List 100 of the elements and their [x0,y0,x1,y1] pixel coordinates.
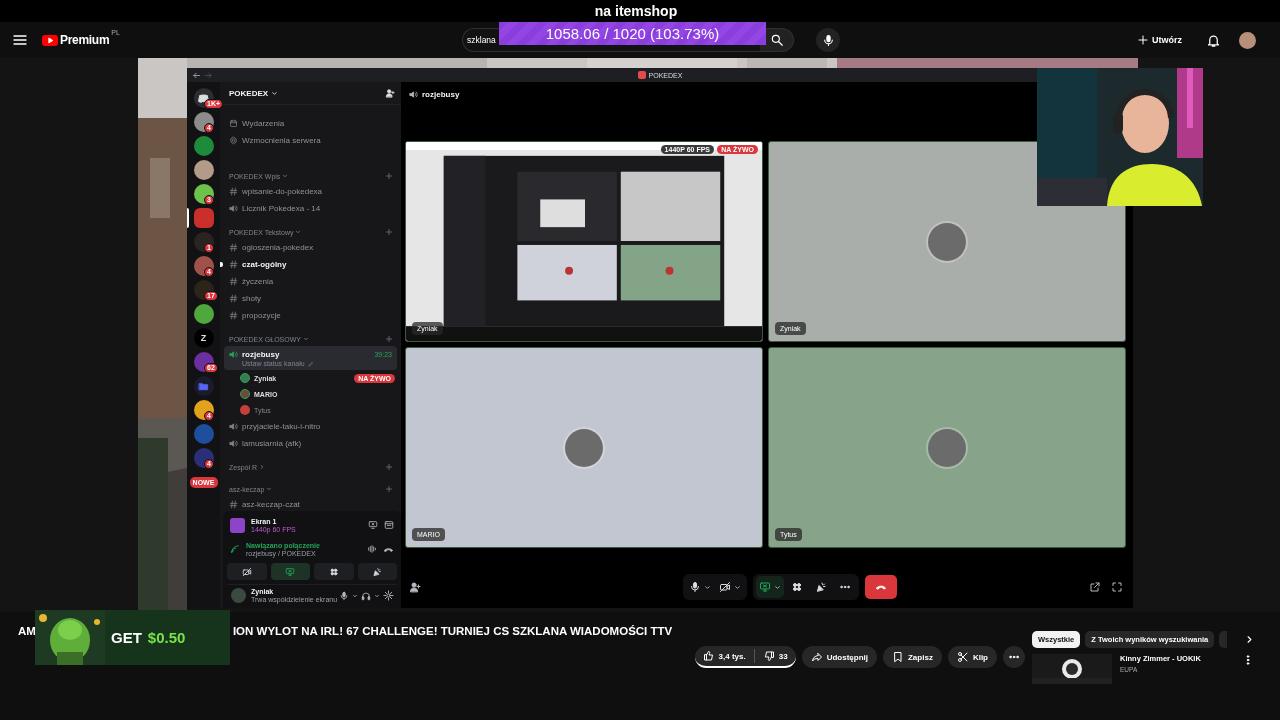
server-icon[interactable] [193,304,214,324]
server-icon[interactable] [193,256,214,276]
channel-name: shoty [242,294,262,303]
server-folder[interactable] [193,376,214,396]
channel-item[interactable]: życzenia [224,273,397,290]
speaker-icon [229,422,238,431]
voice-search-button[interactable] [816,28,840,52]
participant-avatar [565,428,603,467]
pop-out-icon[interactable] [1089,581,1101,593]
channel-item[interactable]: wpisanie-do-pokedexa [224,183,397,200]
channel-name: czat-ogólny [242,260,287,269]
search-field[interactable]: szklana [462,28,499,52]
add-user-icon[interactable] [385,88,395,98]
panel-button[interactable] [227,563,267,580]
settings-icon[interactable] [383,590,394,601]
headphones-icon[interactable] [361,590,371,601]
activities-icon [328,566,339,577]
fullscreen-icon[interactable] [1111,581,1123,593]
stop-stream-icon[interactable] [368,520,378,530]
speaker-icon [409,89,418,99]
soundboard-icon [372,566,383,577]
avatar[interactable] [1239,31,1256,49]
server-icon[interactable] [193,112,214,132]
add-user-icon[interactable] [409,581,421,593]
stream-thumbnail [230,517,245,533]
channel-item[interactable]: propozycje [224,307,397,324]
speaker-icon [229,349,238,359]
chevron-down-icon [774,583,781,591]
chevron-down-icon[interactable] [352,592,358,599]
chevron-down-icon [734,583,741,591]
channel-item[interactable]: asz-keczap-czat [224,496,397,511]
microphone-icon [821,33,835,47]
scissors-icon [956,651,969,663]
logo-text: Premium [60,33,110,47]
back-arrow-icon[interactable] [192,70,201,80]
channel-item[interactable]: shoty [224,290,397,307]
channel-name: życzenia [242,277,274,286]
channel-item[interactable]: czat-ogólny [224,256,397,273]
connection-icon [230,544,240,554]
thumbs-down-icon [762,650,775,662]
microphone-icon[interactable] [339,590,349,601]
save-button[interactable]: Zapisz [883,646,942,668]
channel-item[interactable]: Licznik Pokedexa - 14 [224,200,397,217]
server-logo-icon [637,71,646,79]
channel-item[interactable]: ogloszenia-pokedex [224,239,397,256]
more-button[interactable] [1003,646,1025,668]
screen-share-icon [759,581,771,593]
panel-button[interactable] [314,563,354,580]
hash-icon [229,500,238,509]
camera-off-icon [241,566,252,577]
share-button[interactable]: Udostępnij [801,646,877,668]
menu-icon[interactable] [12,32,28,48]
activities-icon [791,581,803,593]
server-icon[interactable] [193,448,214,468]
calendar-icon [229,119,238,128]
goal-text: 1058.06 / 1020 (103.73%) [545,25,720,42]
participant-avatar [928,428,966,467]
boost-icon [229,136,238,145]
hash-icon [229,187,238,196]
unread-indicator [220,262,223,267]
hash-icon [229,294,238,303]
chevron-down-icon[interactable] [374,592,380,599]
server-icon[interactable] [193,400,214,420]
channel-item[interactable]: lamusiarnia (afk) [224,435,397,452]
leave-call-button[interactable] [865,575,897,599]
hash-icon [229,311,238,320]
plus-icon [1137,34,1149,46]
channel-name: asz-keczap-czat [242,500,300,509]
folder-icon [198,380,209,392]
soundboard-icon [815,581,827,593]
channel-name: rozjebusy [242,349,280,359]
speaker-icon [229,439,238,448]
server-icon[interactable] [193,160,214,180]
video-title: ION WYLOT NA IRL! 67 CHALLENGE! TURNIEJ CS SZKLANA WIADOMOŚCI TTV [232,625,673,637]
search-icon [769,33,784,47]
server-header[interactable]: POKEDEX [220,82,401,105]
clip-button[interactable]: Klip [947,646,997,668]
server-icon[interactable]: Z [193,328,214,348]
stream-settings-icon[interactable] [384,520,394,530]
create-button[interactable]: Utwórz [1131,30,1188,50]
dislike-button[interactable]: 33 [754,650,796,662]
speaker-icon [229,204,238,213]
server-link[interactable]: Wydarzenia [224,115,397,132]
screen-share-icon [285,566,296,577]
noise-suppression-icon[interactable] [367,544,377,554]
channel-item[interactable]: przyjaciele-taku-i-nitro [224,418,397,435]
chevron-down-icon [271,89,279,97]
microphone-icon [689,581,701,593]
server-icon[interactable] [193,352,214,372]
like-button[interactable]: 3,4 tys. [694,650,754,662]
channel-name: ogloszenia-pokedex [242,243,314,252]
bell-icon[interactable] [1206,32,1221,48]
server-icon[interactable] [193,232,214,252]
panel-button[interactable] [357,563,397,580]
server-name: POKEDEX [229,88,269,98]
server-icon[interactable] [193,184,214,204]
hash-icon [229,260,238,269]
promo-amount: $0.50 [147,629,186,646]
server-link[interactable]: Wzmocnienia serwera [224,132,397,149]
channel-name: przyjaciele-taku-i-nitro [242,422,321,431]
